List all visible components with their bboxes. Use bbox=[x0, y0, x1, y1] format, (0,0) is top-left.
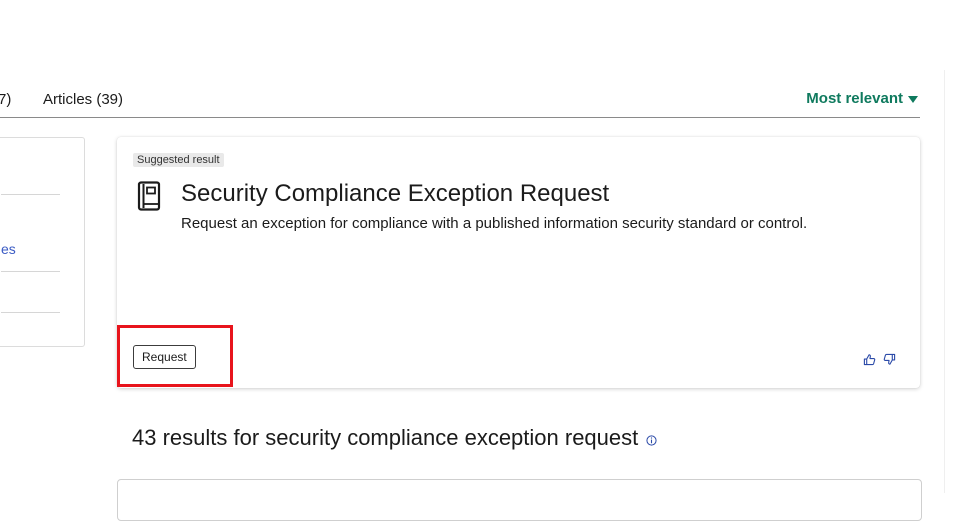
filter-divider bbox=[1, 194, 60, 195]
result-card[interactable] bbox=[117, 479, 922, 521]
suggested-result-title[interactable]: Security Compliance Exception Request bbox=[181, 180, 609, 208]
book-icon bbox=[137, 181, 161, 211]
info-icon[interactable] bbox=[646, 434, 657, 446]
tab-articles[interactable]: Articles (39) bbox=[43, 91, 123, 108]
request-button[interactable]: Request bbox=[133, 345, 196, 369]
thumbs-up-icon[interactable] bbox=[863, 353, 876, 366]
filter-divider bbox=[1, 271, 60, 272]
result-tabs-bar: 7) Articles (39) Most relevant bbox=[0, 86, 920, 118]
sort-dropdown[interactable]: Most relevant bbox=[806, 90, 918, 107]
sort-dropdown-label: Most relevant bbox=[806, 90, 903, 107]
suggested-result-card: Suggested result Security Compliance Exc… bbox=[117, 137, 920, 388]
tab-previous[interactable]: 7) bbox=[0, 91, 11, 108]
thumbs-down-icon[interactable] bbox=[883, 353, 896, 366]
caret-down-icon bbox=[908, 95, 918, 103]
suggested-result-badge: Suggested result bbox=[133, 153, 224, 167]
filter-link[interactable]: es bbox=[1, 241, 16, 257]
filter-divider bbox=[1, 312, 60, 313]
page-right-divider bbox=[944, 70, 945, 493]
results-heading-text: 43 results for security compliance excep… bbox=[132, 425, 639, 450]
filter-panel: es bbox=[0, 137, 85, 347]
suggested-result-description: Request an exception for compliance with… bbox=[181, 215, 808, 232]
results-heading: 43 results for security compliance excep… bbox=[132, 425, 657, 451]
